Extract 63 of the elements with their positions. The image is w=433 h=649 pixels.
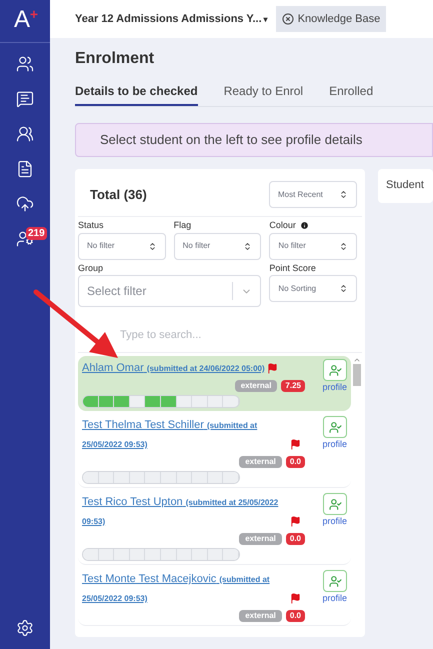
total-count: Total (36) xyxy=(90,186,147,204)
student-name-link[interactable]: Test Rico Test Upton (submitted at 25/05/2022 09:53) xyxy=(82,493,288,531)
student-name-link[interactable]: Test Monte Test Macejkovic (submitted at 25/05/2022 09:53) xyxy=(82,570,288,608)
context-dropdown[interactable]: Year 12 Admissions Admissions Y... ▾ xyxy=(75,10,268,28)
group-icon[interactable] xyxy=(16,125,34,143)
page-title: Enrolment xyxy=(75,49,156,69)
profile-link[interactable]: profile xyxy=(322,381,347,393)
student-card[interactable]: Test Thelma Test Schiller (submitted at 25/05/2022 09:53) external 0.0 profile xyxy=(78,413,351,488)
source-tag: external xyxy=(239,533,282,545)
profile-icon-button[interactable] xyxy=(323,416,347,438)
document-icon[interactable] xyxy=(16,160,34,178)
profile-link[interactable]: profile xyxy=(322,438,347,450)
notification-badge: 219 xyxy=(26,227,47,240)
student-card[interactable]: Test Monte Test Macejkovic (submitted at 25/05/2022 09:53) external 0.0 profile xyxy=(78,567,351,626)
filter-select[interactable]: No filter xyxy=(174,232,262,260)
filter-select[interactable]: No filter xyxy=(269,232,357,260)
tab[interactable]: Enrolled xyxy=(329,82,374,106)
filter-label: Status xyxy=(78,219,104,232)
users-icon[interactable] xyxy=(16,55,34,73)
sort-arrows-icon xyxy=(338,242,348,250)
tab[interactable]: Ready to Enrol xyxy=(224,82,304,106)
user-check-icon xyxy=(328,364,342,376)
settings-icon[interactable] xyxy=(16,619,34,637)
sort-arrows-icon xyxy=(148,242,157,250)
point-score-select[interactable]: No Sorting xyxy=(269,275,357,302)
profile-link[interactable]: profile xyxy=(322,592,347,604)
student-detail-card: Student xyxy=(378,169,433,203)
cloud-upload-icon[interactable] xyxy=(16,195,34,213)
user-check-icon xyxy=(328,574,342,588)
logo: A+ xyxy=(14,6,36,34)
filter-label: Point Score xyxy=(269,262,317,274)
filter-label: Colour xyxy=(269,219,296,232)
sort-select[interactable]: Most Recent xyxy=(269,181,357,208)
filter-select[interactable]: No filter xyxy=(78,232,166,260)
sort-arrows-icon xyxy=(243,242,252,250)
tab[interactable]: Details to be checked xyxy=(75,82,198,106)
info-banner: Select student on the left to see profile details xyxy=(75,123,433,157)
source-tag: external xyxy=(239,610,282,622)
filter-label: Flag xyxy=(174,219,192,232)
knowledge-base-button[interactable]: Knowledge Base xyxy=(276,6,386,32)
score-tag: 0.0 xyxy=(286,456,305,468)
student-card[interactable]: Ahlam Omar (submitted at 24/06/2022 05:00) external 7.25 profile xyxy=(78,356,351,411)
scroll-up-icon[interactable] xyxy=(352,356,360,364)
sort-arrows-icon xyxy=(339,190,348,199)
profile-link[interactable]: profile xyxy=(322,515,347,527)
score-tag: 0.0 xyxy=(286,533,305,545)
user-check-icon xyxy=(328,498,342,510)
group-select[interactable]: Select filter xyxy=(78,275,262,307)
message-icon[interactable] xyxy=(16,90,34,108)
profile-icon-button[interactable] xyxy=(323,493,347,515)
score-tag: 7.25 xyxy=(281,380,305,392)
filter-label: Group xyxy=(78,262,104,275)
sort-arrows-icon xyxy=(338,284,348,293)
source-tag: external xyxy=(234,380,278,392)
score-tag: 0.0 xyxy=(286,610,305,622)
scrollbar-thumb[interactable] xyxy=(352,364,360,386)
student-name-link[interactable]: Ahlam Omar (submitted at 24/06/2022 05:00) xyxy=(82,359,265,378)
student-card[interactable]: Test Rico Test Upton (submitted at 25/05/2022 09:53) external 0.0 profile xyxy=(78,490,351,565)
student-name-link[interactable]: Test Thelma Test Schiller (submitted at 25/05/2022 09:53) xyxy=(82,416,288,454)
user-check-icon xyxy=(328,420,342,434)
source-tag: external xyxy=(239,456,282,468)
profile-icon-button[interactable] xyxy=(323,359,347,381)
profile-icon-button[interactable] xyxy=(323,570,347,592)
